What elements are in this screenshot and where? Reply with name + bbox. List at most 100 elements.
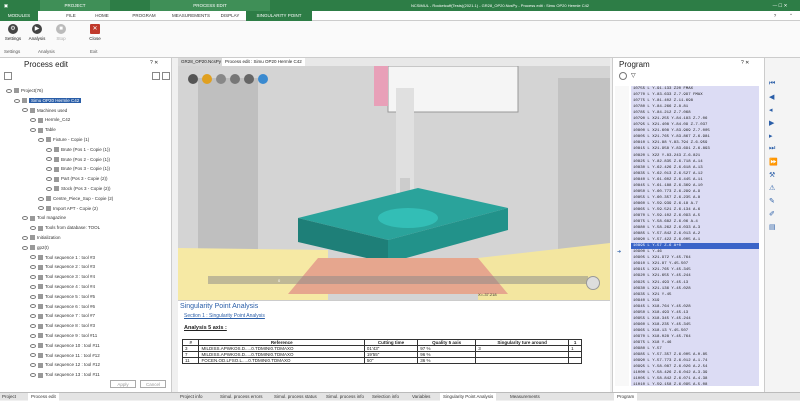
tree-item[interactable]: Tools from database: TOOL	[30, 223, 100, 232]
tree-item[interactable]: Tool sequence 3 : tool #4	[30, 272, 95, 281]
visibility-icon[interactable]	[30, 294, 36, 299]
visibility-icon[interactable]	[22, 245, 28, 250]
visibility-icon[interactable]	[22, 108, 28, 113]
tree-item[interactable]: Brute (Pos 3 - Copie (1))	[46, 164, 110, 173]
visibility-icon[interactable]	[30, 304, 36, 309]
visibility-icon[interactable]	[30, 128, 36, 132]
tree-item[interactable]: Tool sequence 13 : tool #11	[30, 370, 100, 379]
tree-item[interactable]: Tool sequence 6 : tool #6	[30, 302, 95, 311]
next-icon[interactable]: ▸	[769, 132, 777, 140]
apply-button[interactable]: Apply	[110, 380, 136, 388]
visibility-icon[interactable]	[38, 137, 44, 142]
help-icon[interactable]: ?	[770, 11, 780, 21]
tab-file[interactable]: FILE	[60, 11, 82, 21]
tree-item[interactable]: Tool magazine	[22, 213, 66, 222]
step-icon[interactable]: ⏭	[769, 145, 777, 153]
visibility-icon[interactable]	[14, 98, 20, 103]
visibility-icon[interactable]	[30, 265, 36, 270]
visibility-icon[interactable]	[30, 324, 36, 328]
play-icon[interactable]: ▶	[769, 119, 777, 127]
visibility-icon[interactable]	[46, 167, 52, 172]
tree-item[interactable]: Brute (Pos 2 - Copie (1))	[46, 155, 110, 164]
visibility-icon[interactable]	[30, 353, 36, 358]
3d-viewer[interactable]: 0 X=-37.218	[178, 58, 610, 300]
prev-icon[interactable]: ◀	[769, 93, 777, 101]
tree-item[interactable]: Fixture - Copie (1)	[38, 135, 89, 144]
tree-item[interactable]: Project(76)	[6, 86, 43, 95]
visibility-icon[interactable]	[30, 284, 36, 289]
tree-item[interactable]: Tool sequence 8 : tool #3	[30, 321, 95, 330]
visibility-icon[interactable]	[38, 196, 44, 201]
tab-display[interactable]: DISPLAY	[218, 11, 242, 21]
filter-icon[interactable]: ▽	[631, 72, 639, 80]
visibility-icon[interactable]	[46, 147, 52, 152]
rotate-icon[interactable]	[244, 74, 254, 84]
first-icon[interactable]: ⏮	[769, 80, 777, 88]
tab-program[interactable]: PROGRAM	[128, 11, 160, 21]
tree-item[interactable]: Initialization	[22, 233, 61, 242]
visibility-icon[interactable]	[30, 343, 36, 348]
visibility-icon[interactable]	[46, 177, 52, 181]
tree-item[interactable]: Tool sequence 4 : tool #4	[30, 282, 95, 291]
window-controls[interactable]: — ☐ ✕	[760, 0, 800, 11]
visibility-icon[interactable]	[30, 275, 36, 279]
tree-item[interactable]: Simu OP20 Hermle C42	[14, 96, 82, 105]
tree-item[interactable]: Import APT - Copie (2)	[38, 204, 98, 213]
tool-icon[interactable]: ⚒	[769, 171, 777, 179]
view-icon[interactable]	[188, 74, 198, 84]
visibility-icon[interactable]	[30, 363, 36, 368]
warning-icon[interactable]: ⚠	[769, 184, 777, 192]
tree-item[interactable]: Brute (Pos 1 - Copie (1))	[46, 145, 110, 154]
tree-item[interactable]: Tool sequence 10 : tool #11	[30, 341, 100, 350]
tree-item[interactable]: Tool sequence 7 : tool #7	[30, 311, 95, 320]
tab-measurements[interactable]: MEASUREMENTS	[168, 11, 214, 21]
tab-process-edit[interactable]: Process edit : Simu OP20 Hermle C42	[222, 58, 305, 66]
detail-view-icon[interactable]	[162, 72, 170, 80]
stop-button[interactable]: ■ Stop	[52, 24, 70, 41]
visibility-icon[interactable]	[30, 314, 36, 319]
settings-button[interactable]: ⚙ Settings	[4, 24, 22, 41]
program-line[interactable]: 11010 L Y-59.158 Z-6.095 A-5.08	[631, 382, 759, 386]
visibility-icon[interactable]	[22, 235, 28, 240]
pin-icon[interactable]: ? ✕	[741, 60, 749, 66]
visibility-icon[interactable]	[30, 373, 36, 377]
tree-item[interactable]: gp2(t)	[22, 243, 49, 252]
tab-ncs-file[interactable]: GR28_OP20.NcsPy	[178, 58, 225, 66]
analysis-button[interactable]: ▶ Analysis	[28, 24, 46, 41]
back-icon[interactable]: ◂	[769, 106, 777, 114]
tree-item[interactable]: Stock (Pos 3 - Copie (2))	[46, 184, 111, 193]
visibility-icon[interactable]	[46, 157, 52, 162]
box-view-icon[interactable]	[202, 74, 212, 84]
tab-singularity-point-analysis[interactable]: SINGULARITY POINT ANALYSIS	[246, 11, 312, 28]
section-link[interactable]: Section 1 : Singularity Point Analysis	[184, 313, 265, 319]
visibility-icon[interactable]	[30, 333, 36, 338]
visibility-icon[interactable]	[46, 186, 52, 191]
tree-item[interactable]: Part (Pos 3 - Copie (2))	[46, 174, 108, 183]
zoom-icon[interactable]	[230, 74, 240, 84]
tree-item[interactable]: Tool sequence 12 : tool #12	[30, 360, 100, 369]
visibility-icon[interactable]	[6, 88, 12, 93]
clock-icon[interactable]	[619, 72, 627, 80]
tree-item[interactable]: Centre_Piece_Sup - Copie (2)	[38, 194, 113, 203]
visibility-icon[interactable]	[22, 216, 28, 221]
cancel-button[interactable]: Cancel	[140, 380, 166, 388]
layers-icon[interactable]	[216, 74, 226, 84]
nav-cube-icon[interactable]	[586, 276, 600, 290]
tree-item[interactable]: Tool sequence 11 : tool #12	[30, 351, 100, 360]
pin-icon[interactable]: ? ✕	[150, 60, 158, 66]
visibility-icon[interactable]	[30, 118, 36, 123]
tree-item[interactable]: Hermle_C42	[30, 115, 70, 124]
tree-item[interactable]: Tool sequence 9 : tool #11	[30, 331, 97, 340]
tree-item[interactable]: Tool sequence 2 : tool #3	[30, 262, 95, 271]
close-button[interactable]: ✕ Close	[86, 24, 104, 41]
minimize-ribbon-icon[interactable]: ⌃	[786, 11, 796, 21]
list-view-icon[interactable]	[152, 72, 160, 80]
tree-item[interactable]: Tool sequence 1 : tool #3	[30, 253, 95, 262]
edit-icon[interactable]: ✐	[769, 210, 777, 218]
tree-item[interactable]: Machines used	[22, 106, 67, 115]
last-icon[interactable]: ⏩	[769, 158, 778, 166]
camera-icon[interactable]	[258, 74, 268, 84]
tree-item[interactable]: Tool sequence 5 : tool #5	[30, 292, 95, 301]
visibility-icon[interactable]	[38, 206, 44, 211]
pen-icon[interactable]: ✎	[769, 197, 777, 205]
